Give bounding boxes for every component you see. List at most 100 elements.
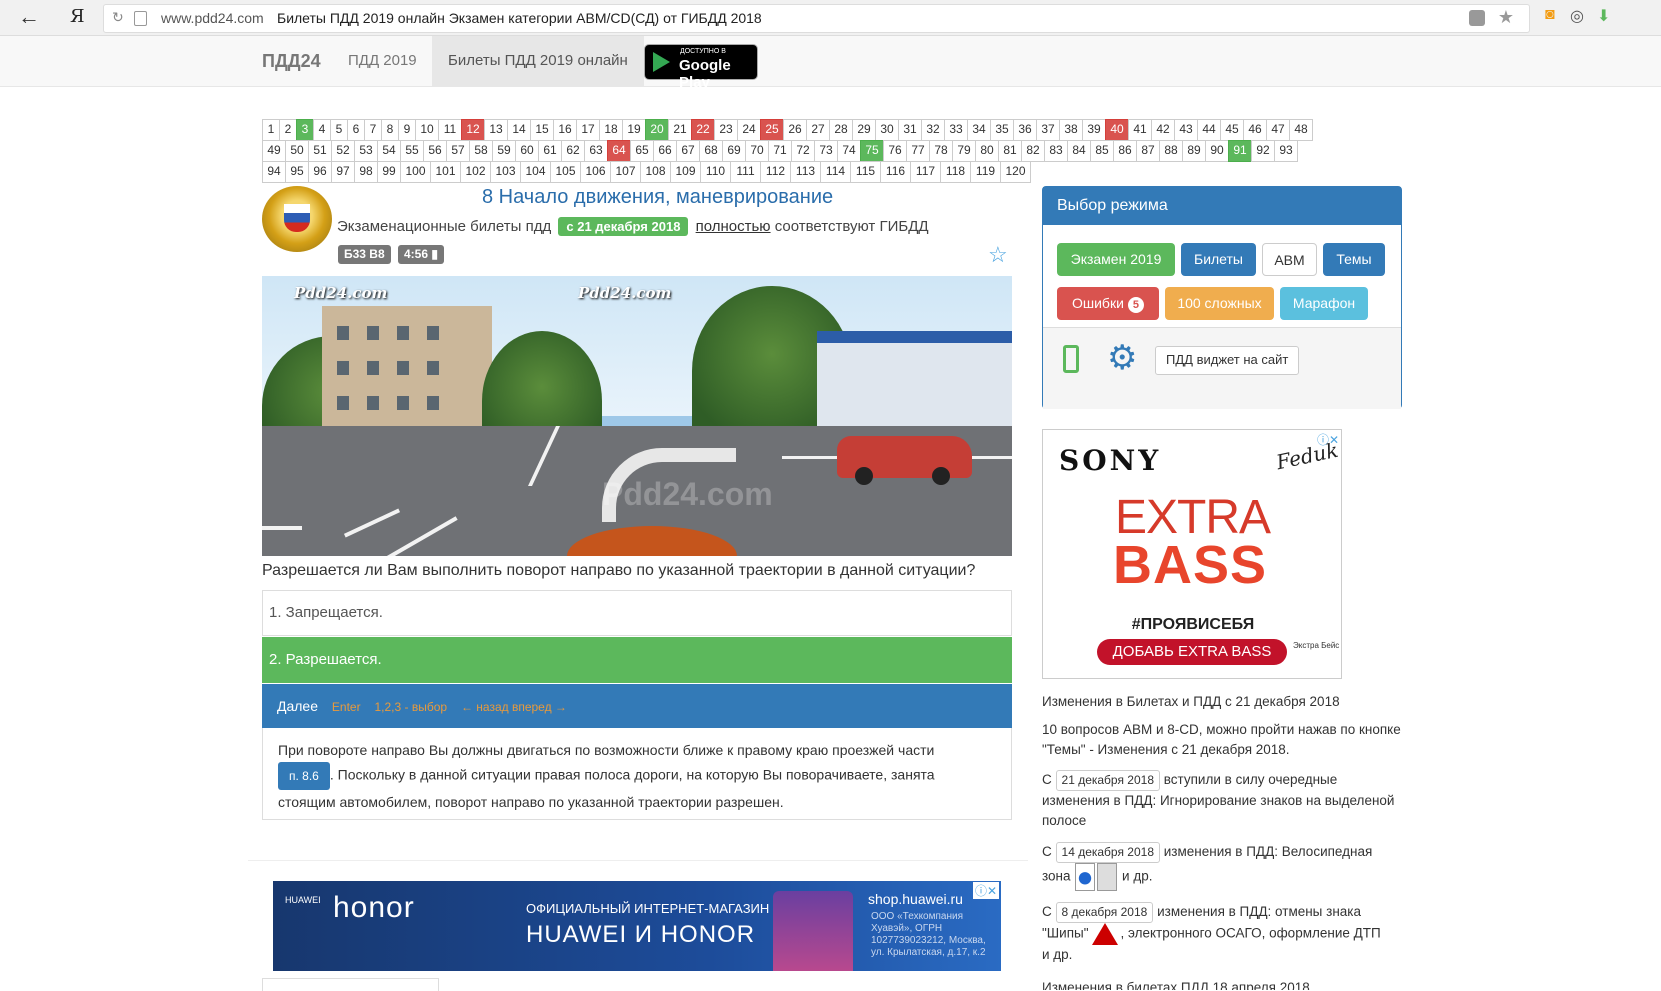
question-number-114[interactable]: 114 [820, 161, 851, 183]
question-number-119[interactable]: 119 [970, 161, 1001, 183]
question-number-81[interactable]: 81 [998, 140, 1022, 162]
question-number-117[interactable]: 117 [910, 161, 941, 183]
question-number-108[interactable]: 108 [640, 161, 671, 183]
question-number-8[interactable]: 8 [381, 119, 399, 141]
question-number-66[interactable]: 66 [653, 140, 677, 162]
question-number-80[interactable]: 80 [975, 140, 999, 162]
site-brand[interactable]: ПДД24 [262, 51, 321, 72]
question-number-50[interactable]: 50 [285, 140, 309, 162]
question-number-4[interactable]: 4 [313, 119, 331, 141]
question-number-74[interactable]: 74 [837, 140, 861, 162]
question-number-93[interactable]: 93 [1274, 140, 1298, 162]
question-number-120[interactable]: 120 [1000, 161, 1031, 183]
question-number-59[interactable]: 59 [492, 140, 516, 162]
question-number-94[interactable]: 94 [262, 161, 286, 183]
question-number-36[interactable]: 36 [1013, 119, 1037, 141]
question-number-16[interactable]: 16 [553, 119, 577, 141]
question-number-53[interactable]: 53 [354, 140, 378, 162]
mobile-phone-icon[interactable] [1063, 345, 1079, 373]
question-number-28[interactable]: 28 [829, 119, 853, 141]
question-number-43[interactable]: 43 [1174, 119, 1198, 141]
question-number-103[interactable]: 103 [490, 161, 521, 183]
translate-icon[interactable] [1469, 10, 1485, 26]
sony-ad-banner[interactable]: SONY Feduk EXTRA BASS #ПРОЯВИСЕБЯ ДОБАВЬ… [1042, 429, 1342, 679]
marathon-button[interactable]: Марафон [1280, 287, 1368, 320]
question-number-9[interactable]: 9 [398, 119, 416, 141]
question-number-22[interactable]: 22 [691, 119, 715, 141]
errors-button[interactable]: Ошибки 5 [1057, 287, 1159, 320]
question-number-84[interactable]: 84 [1067, 140, 1091, 162]
question-number-75[interactable]: 75 [860, 140, 884, 162]
question-number-62[interactable]: 62 [561, 140, 585, 162]
question-number-44[interactable]: 44 [1197, 119, 1221, 141]
news-item-6[interactable]: Изменения в билетах ПДД 18 апреля 2018 [1042, 978, 1402, 990]
hard-100-button[interactable]: 100 сложных [1165, 287, 1274, 320]
question-number-21[interactable]: 21 [668, 119, 692, 141]
yandex-logo-icon[interactable]: Я [70, 6, 85, 27]
question-number-90[interactable]: 90 [1205, 140, 1229, 162]
question-number-77[interactable]: 77 [906, 140, 930, 162]
tickets-button[interactable]: Билеты [1181, 243, 1256, 276]
question-number-115[interactable]: 115 [850, 161, 881, 183]
question-number-72[interactable]: 72 [791, 140, 815, 162]
fully-link[interactable]: полностью [696, 218, 771, 235]
question-number-47[interactable]: 47 [1266, 119, 1290, 141]
answer-option-2[interactable]: 2. Разрешается. [262, 637, 1012, 683]
question-number-49[interactable]: 49 [262, 140, 286, 162]
question-number-29[interactable]: 29 [852, 119, 876, 141]
question-number-37[interactable]: 37 [1036, 119, 1060, 141]
ad-close-icon[interactable]: ⓘ✕ [972, 882, 999, 899]
question-number-51[interactable]: 51 [308, 140, 332, 162]
question-number-68[interactable]: 68 [699, 140, 723, 162]
question-number-85[interactable]: 85 [1090, 140, 1114, 162]
question-number-83[interactable]: 83 [1044, 140, 1068, 162]
question-number-73[interactable]: 73 [814, 140, 838, 162]
question-number-27[interactable]: 27 [806, 119, 830, 141]
question-number-71[interactable]: 71 [768, 140, 792, 162]
question-number-2[interactable]: 2 [279, 119, 297, 141]
question-number-91[interactable]: 91 [1228, 140, 1252, 162]
question-number-33[interactable]: 33 [944, 119, 968, 141]
question-number-14[interactable]: 14 [507, 119, 531, 141]
question-number-46[interactable]: 46 [1243, 119, 1267, 141]
download-icon[interactable]: ⬇ [1597, 6, 1610, 26]
question-number-26[interactable]: 26 [783, 119, 807, 141]
question-number-100[interactable]: 100 [400, 161, 431, 183]
question-number-45[interactable]: 45 [1220, 119, 1244, 141]
next-button[interactable]: Далее Enter 1,2,3 - выбор ← назад вперед… [262, 684, 1012, 728]
question-number-20[interactable]: 20 [645, 119, 669, 141]
question-number-32[interactable]: 32 [921, 119, 945, 141]
question-number-35[interactable]: 35 [990, 119, 1014, 141]
question-number-70[interactable]: 70 [745, 140, 769, 162]
address-bar[interactable]: ↻ www.pdd24.com Билеты ПДД 2019 онлайн Э… [103, 4, 1530, 33]
question-number-89[interactable]: 89 [1182, 140, 1206, 162]
question-number-79[interactable]: 79 [952, 140, 976, 162]
ad-cta-button[interactable]: ДОБАВЬ EXTRA BASS [1097, 639, 1287, 665]
question-number-87[interactable]: 87 [1136, 140, 1160, 162]
ad-close-icon[interactable]: ⓘ✕ [1317, 431, 1339, 448]
question-number-104[interactable]: 104 [520, 161, 551, 183]
question-number-60[interactable]: 60 [515, 140, 539, 162]
favorite-star-icon[interactable]: ☆ [988, 242, 1008, 268]
exam-2019-button[interactable]: Экзамен 2019 [1057, 243, 1175, 276]
question-number-105[interactable]: 105 [550, 161, 581, 183]
question-number-64[interactable]: 64 [607, 140, 631, 162]
question-number-38[interactable]: 38 [1059, 119, 1083, 141]
question-number-98[interactable]: 98 [354, 161, 378, 183]
question-number-76[interactable]: 76 [883, 140, 907, 162]
question-number-54[interactable]: 54 [377, 140, 401, 162]
question-number-17[interactable]: 17 [576, 119, 600, 141]
question-number-96[interactable]: 96 [308, 161, 332, 183]
question-number-13[interactable]: 13 [484, 119, 508, 141]
question-number-11[interactable]: 11 [438, 119, 462, 141]
question-number-12[interactable]: 12 [461, 119, 485, 141]
back-arrow-icon[interactable]: ← [18, 4, 40, 30]
question-number-6[interactable]: 6 [347, 119, 365, 141]
question-number-25[interactable]: 25 [760, 119, 784, 141]
question-number-39[interactable]: 39 [1082, 119, 1106, 141]
question-number-30[interactable]: 30 [875, 119, 899, 141]
question-number-109[interactable]: 109 [670, 161, 701, 183]
nav-link-tickets-online[interactable]: Билеты ПДД 2019 онлайн [432, 36, 644, 86]
nav-link-pdd2019[interactable]: ПДД 2019 [348, 52, 417, 69]
question-number-88[interactable]: 88 [1159, 140, 1183, 162]
